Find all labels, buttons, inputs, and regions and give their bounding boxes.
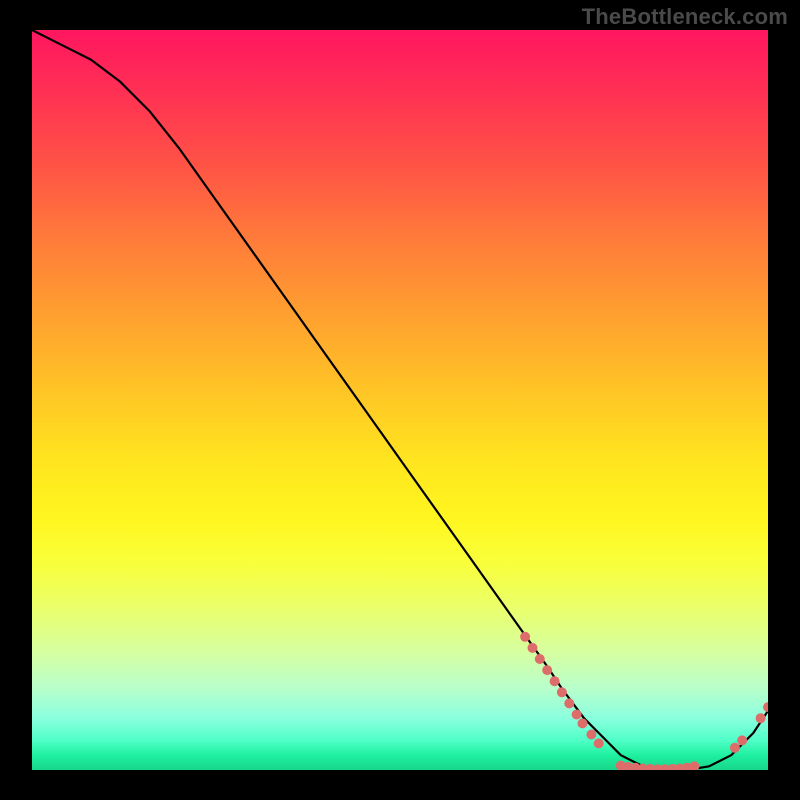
data-marker [578,718,588,728]
data-marker [520,632,530,642]
chart-svg [32,30,768,770]
data-marker [528,643,538,653]
data-marker [756,713,766,723]
chart-stage: TheBottleneck.com [0,0,800,800]
bottleneck-curve-line [32,30,768,770]
data-marker [550,676,560,686]
data-marker [564,698,574,708]
data-marker [763,702,768,712]
data-marker [730,743,740,753]
watermark-text: TheBottleneck.com [582,4,788,30]
data-marker [542,665,552,675]
plot-area [32,30,768,770]
data-marker [535,654,545,664]
data-marker [557,687,567,697]
data-marker [586,730,596,740]
data-marker [594,738,604,748]
data-markers-group [520,632,768,770]
data-marker [689,761,699,770]
data-marker [572,710,582,720]
data-marker [737,735,747,745]
